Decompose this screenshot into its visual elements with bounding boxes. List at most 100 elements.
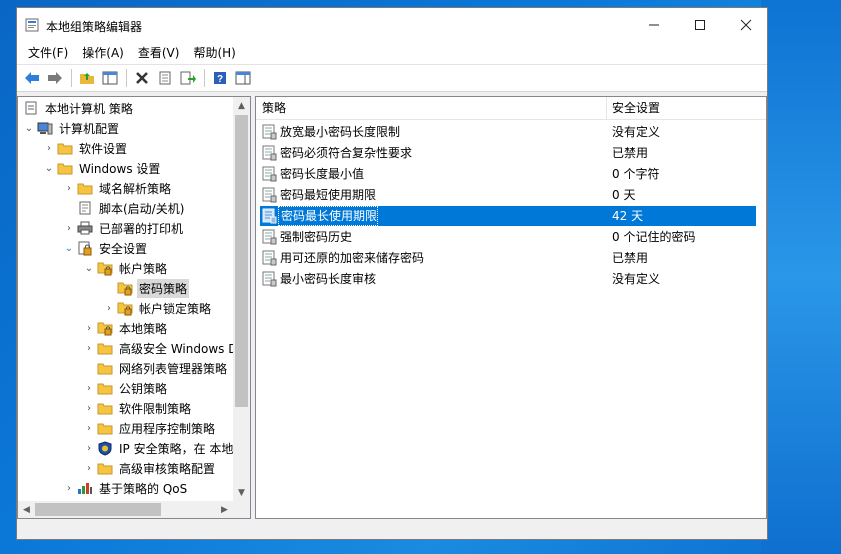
expand-chevron-icon[interactable]: › [82, 438, 96, 458]
tree-item-software-settings[interactable]: › 软件设置 [42, 138, 129, 158]
printer-icon [76, 220, 94, 236]
policy-row[interactable]: 放宽最小密码长度限制 没有定义 [260, 122, 756, 142]
tree-label: IP 安全策略，在 本地 [119, 441, 234, 456]
delete-button[interactable] [131, 67, 153, 89]
gpedit-app-icon [25, 18, 39, 32]
tree-item-account-policies[interactable]: ⌄ 帐户策略 [82, 258, 169, 278]
policy-name: 密码必须符合复杂性要求 [280, 146, 413, 160]
maximize-icon [695, 20, 705, 30]
tree-item-windows-settings[interactable]: ⌄ Windows 设置 [42, 158, 162, 178]
tree-item-firewall[interactable]: › 高级安全 Windows D [82, 338, 239, 358]
svg-text:?: ? [217, 74, 223, 85]
tree-horizontal-scrollbar[interactable]: ◀ ▶ [18, 501, 233, 518]
toolbar-separator [71, 69, 72, 87]
policy-row[interactable]: 密码长度最小值 0 个字符 [260, 164, 756, 184]
tree-item-software-restriction[interactable]: › 软件限制策略 [82, 398, 193, 418]
collapse-chevron-icon[interactable]: ⌄ [22, 118, 36, 138]
tree-label: 帐户锁定策略 [139, 301, 212, 316]
policy-row[interactable]: 密码必须符合复杂性要求 已禁用 [260, 143, 756, 163]
tree-item-security-settings[interactable]: ⌄ 安全设置 [62, 238, 149, 258]
expand-chevron-icon[interactable]: › [82, 378, 96, 398]
locked-folder-icon [96, 320, 114, 336]
policy-setting-icon [262, 271, 277, 287]
expand-chevron-icon[interactable]: › [102, 298, 116, 318]
policy-row[interactable]: 密码最短使用期限 0 天 [260, 185, 756, 205]
tree-item-password-policy[interactable]: 密码策略 [102, 278, 190, 298]
tree-vertical-scrollbar[interactable]: ▲ ▼ [233, 97, 250, 501]
tree-item-root[interactable]: 本地计算机 策略 [22, 98, 135, 118]
forward-button[interactable] [44, 67, 66, 89]
policy-name: 用可还原的加密来储存密码 [280, 251, 425, 265]
policy-setting-icon [262, 166, 277, 182]
maximize-button[interactable] [677, 8, 723, 42]
menu-file[interactable]: 文件(F) [21, 42, 75, 64]
scroll-up-icon[interactable]: ▲ [233, 97, 250, 114]
column-header-setting[interactable]: 安全设置 [606, 97, 660, 119]
expand-chevron-icon[interactable]: › [82, 338, 96, 358]
tree-item-lockout-policy[interactable]: › 帐户锁定策略 [102, 298, 213, 318]
up-folder-button[interactable] [76, 67, 98, 89]
expand-chevron-icon[interactable]: › [62, 478, 76, 498]
tree-item-qos[interactable]: › 基于策略的 QoS [62, 478, 189, 498]
minimize-button[interactable] [631, 8, 677, 42]
tree-item-printers[interactable]: › 已部署的打印机 [62, 218, 185, 238]
tree-item-local-policies[interactable]: › 本地策略 [82, 318, 169, 338]
policy-row[interactable]: 最小密码长度审核 没有定义 [260, 269, 756, 289]
scroll-down-icon[interactable]: ▼ [233, 484, 250, 501]
scroll-right-icon[interactable]: ▶ [216, 501, 233, 518]
tree-item-scripts[interactable]: 脚本(启动/关机) [62, 198, 186, 218]
show-tree-button[interactable] [99, 67, 121, 89]
tree-label: 应用程序控制策略 [119, 421, 216, 436]
policy-row[interactable]: 强制密码历史 0 个记住的密码 [260, 227, 756, 247]
menu-help[interactable]: 帮助(H) [186, 42, 242, 64]
tree-item-network-list[interactable]: 网络列表管理器策略 [82, 358, 229, 378]
policy-row-selected[interactable]: 密码最长使用期限 42 天 [260, 206, 756, 226]
scrollbar-thumb[interactable] [235, 115, 248, 407]
collapse-chevron-icon[interactable]: ⌄ [82, 258, 96, 278]
tree-item-dns[interactable]: › 域名解析策略 [62, 178, 173, 198]
tree-label: 公钥策略 [119, 381, 168, 396]
properties-icon [159, 71, 171, 85]
console-tree: 本地计算机 策略 ⌄ 计算机配置 › 软件设置 ⌄ Windows 设置 › 域… [17, 96, 251, 519]
close-button[interactable] [723, 8, 769, 42]
gpedit-window: 本地组策略编辑器 文件(F) 操作(A) 查看(V) 帮助(H) ? 本地计算机… [16, 7, 768, 540]
tree-label: 高级安全 Windows D [119, 341, 238, 356]
expand-chevron-icon[interactable]: › [62, 218, 76, 238]
collapse-chevron-icon[interactable]: ⌄ [62, 238, 76, 258]
collapse-chevron-icon[interactable]: ⌄ [42, 158, 56, 178]
expand-chevron-icon[interactable]: › [82, 458, 96, 478]
back-button[interactable] [21, 67, 43, 89]
expand-chevron-icon[interactable]: › [82, 318, 96, 338]
policy-name: 强制密码历史 [280, 230, 353, 244]
menu-view[interactable]: 查看(V) [131, 42, 187, 64]
policy-row[interactable]: 用可还原的加密来储存密码 已禁用 [260, 248, 756, 268]
expand-chevron-icon[interactable]: › [62, 178, 76, 198]
tree-item-audit[interactable]: › 高级审核策略配置 [82, 458, 217, 478]
expand-chevron-icon[interactable]: › [82, 398, 96, 418]
export-list-button[interactable] [177, 67, 199, 89]
scroll-left-icon[interactable]: ◀ [18, 501, 35, 518]
tree-item-ipsec[interactable]: › IP 安全策略，在 本地 [82, 438, 235, 458]
policy-name: 最小密码长度审核 [280, 272, 377, 286]
tree-item-app-control[interactable]: › 应用程序控制策略 [82, 418, 217, 438]
folder-icon [96, 420, 114, 436]
folder-icon [96, 360, 114, 376]
tree-item-public-key[interactable]: › 公钥策略 [82, 378, 169, 398]
folder-icon [76, 180, 94, 196]
show-hide-action-pane-button[interactable] [232, 67, 254, 89]
policy-value: 0 天 [612, 188, 636, 202]
folder-icon [56, 160, 74, 176]
tree-label: 域名解析策略 [99, 181, 172, 196]
column-header-policy[interactable]: 策略 [256, 97, 286, 119]
properties-button[interactable] [154, 67, 176, 89]
expand-chevron-icon[interactable]: › [82, 418, 96, 438]
help-button[interactable]: ? [209, 67, 231, 89]
policy-setting-icon [262, 229, 277, 245]
tree-item-computer-config[interactable]: ⌄ 计算机配置 [22, 118, 121, 138]
tree-label: 已部署的打印机 [99, 221, 184, 236]
menu-action[interactable]: 操作(A) [75, 42, 131, 64]
policy-value: 没有定义 [612, 272, 661, 286]
expand-chevron-icon[interactable]: › [42, 138, 56, 158]
scrollbar-thumb[interactable] [35, 503, 161, 516]
policy-value: 0 个记住的密码 [612, 230, 696, 244]
